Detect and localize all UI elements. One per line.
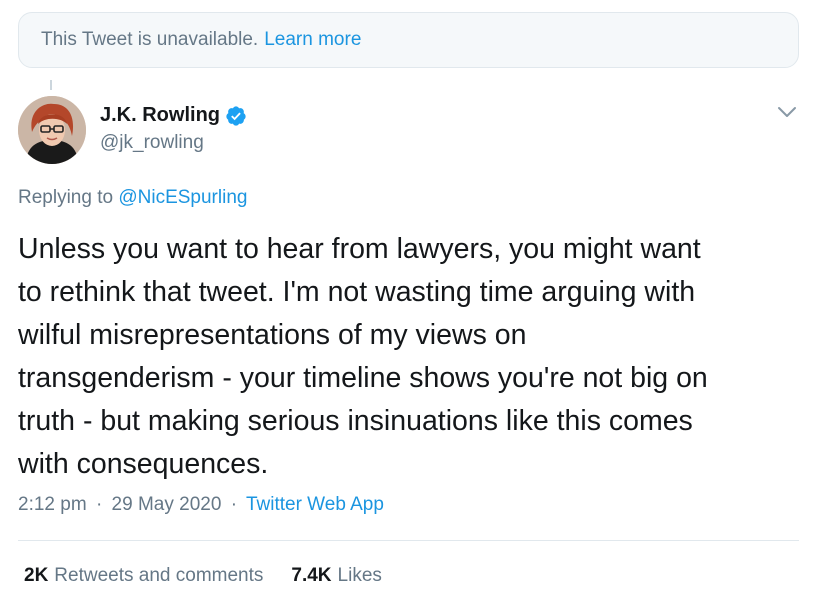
verified-badge-icon — [226, 105, 246, 126]
tweet-stats: 2K Retweets and comments 7.4K Likes — [24, 565, 382, 587]
retweets-count: 2K — [24, 565, 49, 586]
likes-count: 7.4K — [291, 565, 332, 586]
unavailable-message: This Tweet is unavailable. — [41, 29, 259, 50]
tweet-time[interactable]: 2:12 pm — [18, 494, 87, 515]
author-handle[interactable]: @jk_rowling — [100, 132, 204, 154]
tweet-line: Unless you want to hear from lawyers, yo… — [18, 233, 701, 265]
source-app-link[interactable]: Twitter Web App — [246, 494, 384, 515]
tweet-meta: 2:12 pm · 29 May 2020 · Twitter Web App — [18, 494, 384, 516]
tweet-date[interactable]: 29 May 2020 — [112, 494, 222, 515]
reply-mention-link[interactable]: @NicESpurling — [118, 187, 247, 208]
likes-stat[interactable]: 7.4K Likes — [291, 565, 382, 587]
replying-to: Replying to @NicESpurling — [18, 187, 247, 209]
divider — [18, 540, 799, 541]
chevron-down-icon[interactable] — [776, 104, 798, 120]
author-name[interactable]: J.K. Rowling — [100, 104, 220, 127]
avatar[interactable] — [18, 96, 86, 164]
retweets-stat[interactable]: 2K Retweets and comments — [24, 565, 263, 587]
tweet-line: transgenderism - your timeline shows you… — [18, 362, 708, 394]
tweet-line: truth - but making serious insinuations … — [18, 405, 693, 437]
learn-more-link[interactable]: Learn more — [264, 29, 361, 51]
author-name-row: J.K. Rowling — [100, 104, 247, 127]
unavailable-tweet-banner: This Tweet is unavailable. Learn more — [18, 12, 799, 68]
replying-to-label: Replying to — [18, 187, 114, 208]
tweet-line: wilful misrepresentations of my views on — [18, 319, 527, 351]
meta-separator: · — [95, 494, 103, 515]
retweets-label: Retweets and comments — [54, 565, 264, 586]
tweet-line: with consequences. — [18, 448, 269, 480]
avatar-image — [18, 96, 86, 164]
thread-connector-line — [50, 80, 52, 90]
meta-separator: · — [230, 494, 238, 515]
likes-label: Likes — [337, 565, 382, 586]
tweet-text: Unless you want to hear from lawyers, yo… — [18, 228, 803, 486]
tweet-line: to rethink that tweet. I'm not wasting t… — [18, 276, 696, 308]
